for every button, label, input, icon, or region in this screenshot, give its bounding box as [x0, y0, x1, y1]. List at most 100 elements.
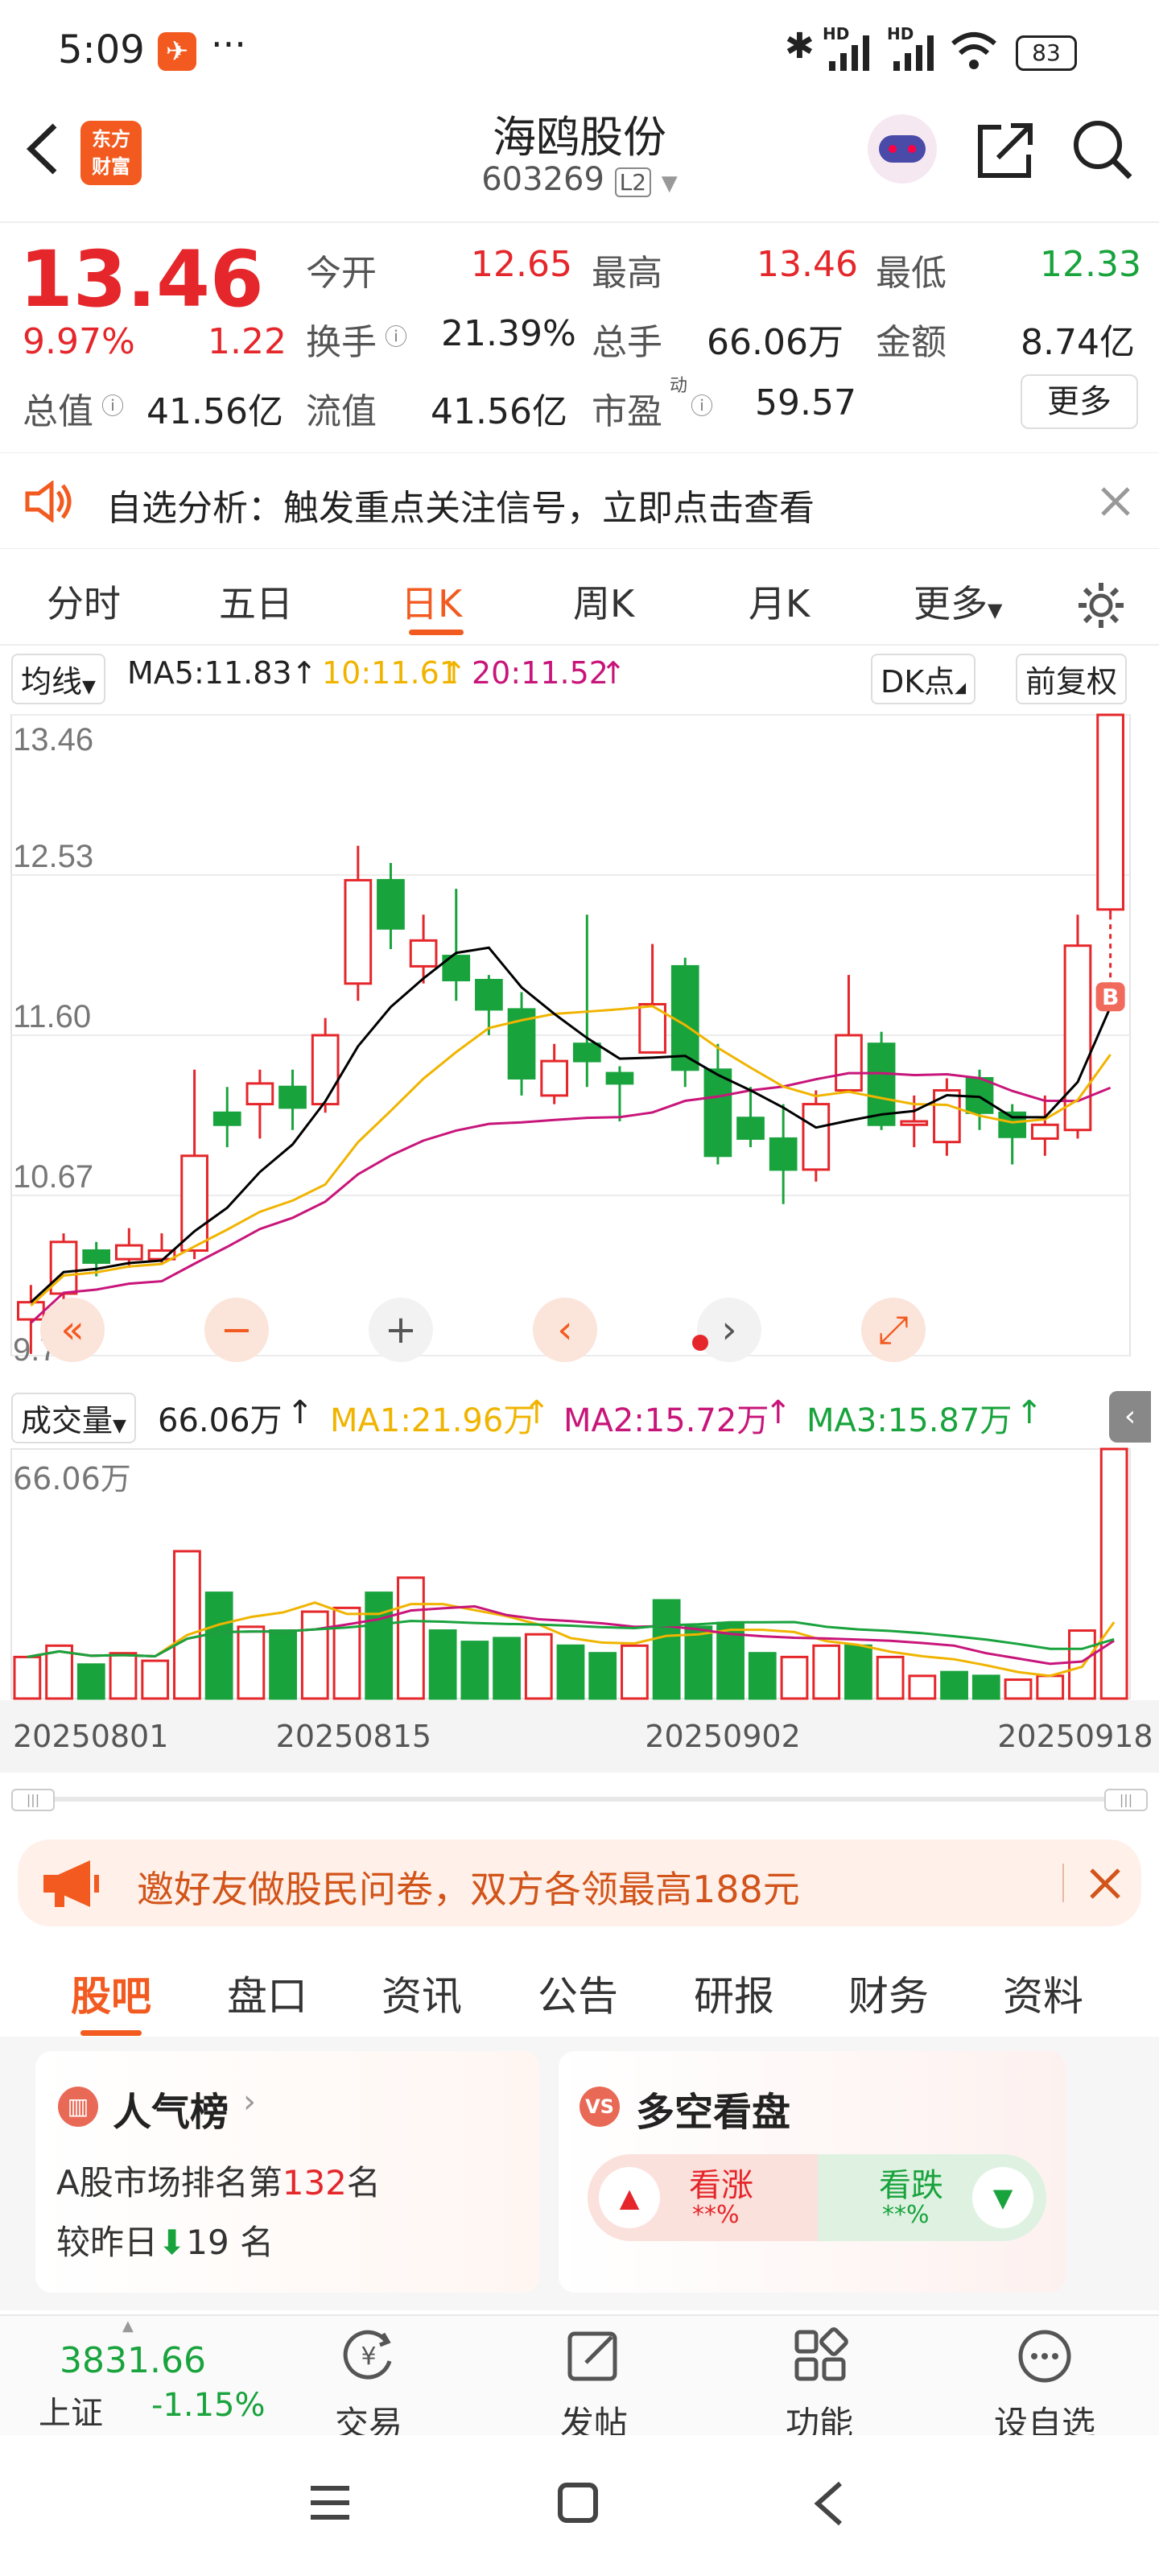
- index-name: 上证: [39, 2395, 103, 2432]
- scrollbar-left-handle[interactable]: |||: [11, 1789, 55, 1811]
- popularity-card[interactable]: ▥ 人气榜 › A股市场排名第132名 较昨日⬇19 名: [35, 2051, 539, 2293]
- tab-intraday[interactable]: 分时: [47, 575, 121, 628]
- tab-daily-k[interactable]: 日K: [401, 575, 462, 628]
- volume-bar: [908, 1674, 937, 1700]
- ma-legend-bar: 均线▼ MA5:11.83 ↑ 10:11.61 ↑ 20:11.52 ↑ DK…: [0, 644, 1159, 708]
- vote-up-button[interactable]: ▲ 看涨 **%: [588, 2154, 821, 2241]
- indicator-type-select[interactable]: 均线▼: [11, 654, 105, 704]
- pe-info-icon[interactable]: ⓘ: [691, 389, 713, 421]
- content-tabs: 股吧 盘口 资讯 公告 研报 财务 资料: [0, 1932, 1159, 2037]
- stock-name: 海鸥股份: [493, 112, 666, 163]
- chevron-right-icon[interactable]: ›: [697, 1298, 761, 1362]
- bull-bear-card[interactable]: VS 多空看盘 ▲ 看涨 **% 看跌 **% ▼: [559, 2051, 1066, 2293]
- vote-down-button[interactable]: 看跌 **% ▼: [818, 2154, 1046, 2241]
- kline-axis-label: 12.53: [13, 839, 93, 874]
- candle-body: [703, 1068, 732, 1158]
- candle-body: [933, 1088, 961, 1144]
- tab-financials[interactable]: 财务: [848, 1964, 929, 2022]
- tab-announcements[interactable]: 公告: [538, 1964, 618, 2022]
- candle-body: [278, 1085, 307, 1109]
- chevron-left-icon-glyph: ‹: [557, 1307, 572, 1352]
- nav-functions[interactable]: 功能: [739, 2324, 900, 2446]
- scrollbar-right-handle[interactable]: |||: [1104, 1789, 1148, 1811]
- search-icon[interactable]: [1070, 118, 1135, 182]
- open-label: 今开: [306, 253, 377, 294]
- promo-close-icon[interactable]: [1088, 1867, 1122, 1901]
- candle-body: [82, 1249, 111, 1264]
- zoom-out-icon[interactable]: −: [204, 1298, 269, 1362]
- candle-body: [769, 1137, 798, 1171]
- survey-promo-banner[interactable]: 邀好友做股民问卷，双方各领最高188元: [18, 1839, 1141, 1926]
- volume-bar: [588, 1652, 617, 1700]
- pe-superscript: 动: [670, 376, 688, 396]
- candle-body: [409, 939, 438, 968]
- signal-icon-1: [829, 35, 869, 71]
- settings-gear-icon[interactable]: [1075, 580, 1127, 631]
- volume-bar: [971, 1674, 1000, 1700]
- tab-weekly-k[interactable]: 周K: [573, 575, 634, 628]
- system-nav-bar: [0, 2435, 1159, 2576]
- chart-scrollbar[interactable]: ||| |||: [11, 1789, 1148, 1811]
- tab-order-book[interactable]: 盘口: [227, 1964, 307, 2022]
- volume-value: 66.06万: [707, 322, 843, 363]
- volume-bar: [397, 1576, 425, 1700]
- vote-up-label: 看涨: [689, 2167, 753, 2204]
- volume-bar: [1004, 1678, 1033, 1700]
- code-dropdown-icon[interactable]: ▼: [662, 171, 678, 196]
- volume-bar: [1068, 1629, 1096, 1700]
- stock-code: 603269: [481, 161, 604, 198]
- tab-monthly-k[interactable]: 月K: [749, 575, 810, 628]
- tab-more[interactable]: 更多▼: [914, 575, 1002, 628]
- back-nav-icon[interactable]: [810, 2479, 847, 2529]
- zoom-out-icon-glyph: −: [221, 1307, 253, 1352]
- candle-body: [49, 1241, 78, 1295]
- edit-post-icon: [567, 2331, 617, 2381]
- tab-news[interactable]: 资讯: [382, 1964, 462, 2022]
- nav-trade[interactable]: ¥ 交易: [288, 2324, 449, 2446]
- triangle-down-icon: ▼: [972, 2167, 1033, 2228]
- nav-post[interactable]: 发帖: [514, 2324, 674, 2446]
- chevrons-left-icon[interactable]: «: [40, 1298, 105, 1362]
- volume-bar: [524, 1633, 553, 1700]
- mcap-info-icon[interactable]: ⓘ: [101, 389, 124, 421]
- candle-body: [1096, 713, 1124, 911]
- more-button[interactable]: 更多: [1021, 374, 1138, 429]
- close-icon[interactable]: [1099, 485, 1132, 518]
- volume-type-select[interactable]: 成交量▼: [11, 1393, 136, 1443]
- bluetooth-icon: ✱: [785, 26, 815, 67]
- vote-down-value: **%: [882, 2201, 930, 2229]
- nav-add-watchlist[interactable]: 设自选: [964, 2324, 1125, 2446]
- signal-notice[interactable]: 自选分析：触发重点关注信号，立即点击查看: [0, 452, 1159, 549]
- turnover-value: 21.39%: [441, 313, 576, 354]
- back-icon[interactable]: [23, 121, 63, 177]
- rank-chart-icon: ▥: [58, 2087, 98, 2127]
- share-icon[interactable]: [974, 119, 1037, 182]
- kline-chart[interactable]: 13.4612.5311.6010.679.74B« − + ‹ › ⤢: [0, 702, 1159, 1386]
- turnover-info-icon[interactable]: ⓘ: [385, 320, 407, 352]
- tab-five-day[interactable]: 五日: [219, 575, 293, 628]
- adjust-mode-button[interactable]: 前复权: [1016, 654, 1128, 704]
- collapse-panel-button[interactable]: ‹: [1109, 1391, 1151, 1443]
- tab-research[interactable]: 研报: [694, 1964, 774, 2022]
- index-ticker[interactable]: ▲ 3831.66 上证 -1.15%: [16, 2316, 274, 2437]
- content-tab-indicator: [80, 2030, 142, 2036]
- volume-bar: [1099, 1447, 1128, 1700]
- amount-label: 金额: [876, 322, 947, 363]
- chevron-left-icon[interactable]: ‹: [533, 1298, 597, 1362]
- high-value: 13.46: [757, 244, 858, 285]
- menu-icon[interactable]: [307, 2482, 353, 2524]
- volume-bar: [556, 1644, 585, 1700]
- chevrons-left-icon-glyph: «: [60, 1307, 84, 1352]
- tab-guba[interactable]: 股吧: [71, 1964, 151, 2022]
- candle-body: [311, 1034, 340, 1106]
- home-icon[interactable]: [555, 2480, 600, 2525]
- volume-chart[interactable]: 66.06万 20250801 20250815 20250902 20250918: [0, 1441, 1159, 1779]
- zoom-in-icon[interactable]: +: [369, 1298, 433, 1362]
- tab-profile[interactable]: 资料: [1003, 1964, 1083, 2022]
- expand-icon[interactable]: ⤢: [861, 1298, 926, 1362]
- ai-robot-icon[interactable]: [868, 114, 937, 184]
- megaphone-icon: [43, 1860, 99, 1907]
- stock-code-row: 603269 L2 ▼: [451, 161, 708, 198]
- candle-body: [212, 1111, 241, 1126]
- dk-point-toggle[interactable]: DK点◢: [871, 654, 976, 704]
